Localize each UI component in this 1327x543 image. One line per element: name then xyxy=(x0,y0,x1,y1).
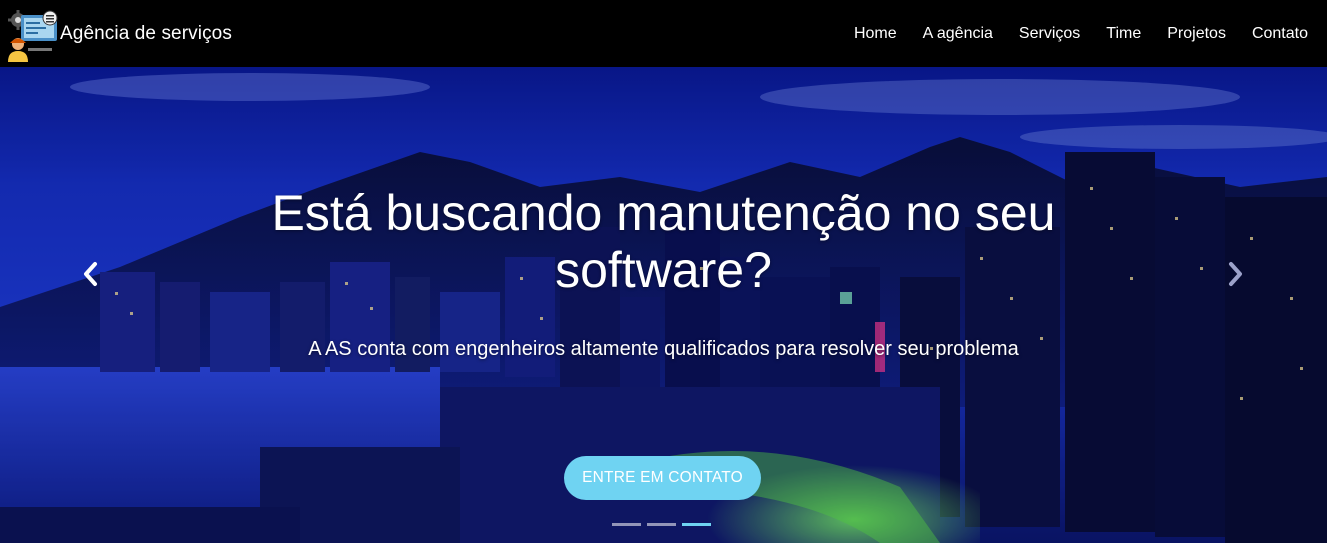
nav-item-servicos[interactable]: Serviços xyxy=(1006,25,1093,43)
hero-caption: Está buscando manutenção no seu software… xyxy=(0,67,1327,543)
nav-item-agencia[interactable]: A agência xyxy=(910,25,1006,43)
carousel-indicators xyxy=(612,523,711,526)
hero-carousel: Está buscando manutenção no seu software… xyxy=(0,67,1327,543)
brand-link[interactable]: Agência de serviços xyxy=(0,0,232,67)
nav-item-time[interactable]: Time xyxy=(1093,25,1154,43)
brand-name: Agência de serviços xyxy=(60,22,232,44)
top-navbar: Agência de serviços Home A agência Servi… xyxy=(0,0,1327,67)
nav-item-contato[interactable]: Contato xyxy=(1239,25,1321,43)
service-agency-logo-icon xyxy=(8,9,58,62)
nav-item-projetos[interactable]: Projetos xyxy=(1154,25,1239,43)
nav-item-home[interactable]: Home xyxy=(841,25,910,43)
main-nav: Home A agência Serviços Time Projetos Co… xyxy=(841,0,1327,67)
carousel-next-button[interactable] xyxy=(1216,254,1256,294)
carousel-prev-button[interactable] xyxy=(70,254,110,294)
carousel-indicator-3[interactable] xyxy=(682,523,711,526)
contact-cta-button[interactable]: ENTRE EM CONTATO xyxy=(564,456,761,500)
chevron-left-icon xyxy=(84,262,97,286)
carousel-indicator-1[interactable] xyxy=(612,523,641,526)
hero-title: Está buscando manutenção no seu software… xyxy=(271,185,1056,298)
hero-subtitle: A AS conta com engenheiros altamente qua… xyxy=(308,338,1019,360)
carousel-indicator-2[interactable] xyxy=(647,523,676,526)
chevron-right-icon xyxy=(1229,262,1242,286)
